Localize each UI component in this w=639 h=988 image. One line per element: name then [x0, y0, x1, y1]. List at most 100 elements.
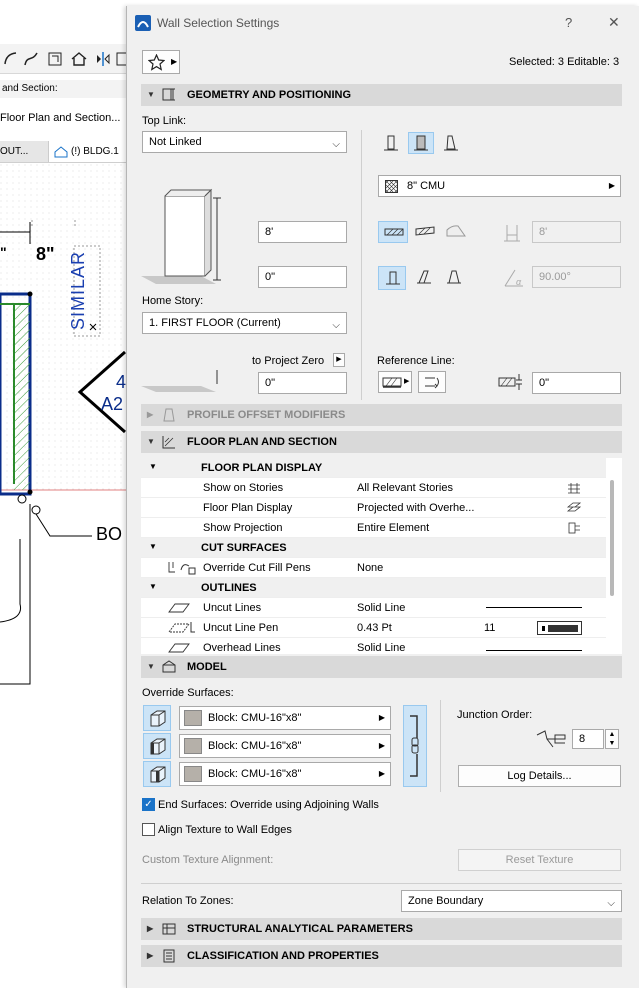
projection-icon: [568, 522, 580, 534]
similar-label: SIMILAR: [68, 250, 88, 330]
home-story-dropdown[interactable]: 1. FIRST FLOOR (Current) ⌵: [142, 312, 347, 334]
chevron-down-icon: ⌵: [332, 320, 340, 331]
close-button[interactable]: ✕: [608, 14, 620, 31]
chevron-down-icon: ⌵: [607, 898, 615, 909]
chevron-right-icon: ▶: [378, 713, 385, 722]
table-row[interactable]: Show Projection Entire Element: [141, 518, 606, 538]
material-swatch: [184, 738, 202, 754]
reset-texture-button[interactable]: Reset Texture: [458, 849, 621, 871]
section-floorplan-header[interactable]: ▼ FLOOR PLAN AND SECTION: [141, 431, 622, 453]
cube-face-icon: [150, 738, 166, 755]
override-outside-surface-button[interactable]: [143, 761, 171, 787]
top-link-dropdown[interactable]: Not Linked ⌵: [142, 131, 347, 153]
junction-order-input[interactable]: 8: [572, 729, 604, 749]
wall-thickness-input[interactable]: 8': [532, 221, 621, 243]
section-classification-header[interactable]: ▶ CLASSIFICATION AND PROPERTIES: [141, 945, 622, 967]
relation-to-zones-dropdown[interactable]: Zone Boundary ⌵: [401, 890, 622, 912]
vertical-wall-icon: [386, 271, 400, 285]
mirror-tool-icon[interactable]: [94, 50, 112, 68]
chain-link-icon: [410, 715, 419, 777]
curve-tool-icon[interactable]: [22, 50, 40, 68]
composite-structure-button[interactable]: [410, 221, 440, 243]
divider: [361, 130, 362, 400]
composite-structure-selector[interactable]: 8" CMU ▶: [378, 175, 621, 197]
vertical-wall-button[interactable]: [378, 266, 406, 290]
collapse-icon: ▼: [147, 437, 155, 446]
table-group-row[interactable]: ▼ OUTLINES: [141, 578, 606, 598]
section-profile-offset-header[interactable]: ▶ PROFILE OFFSET MODIFIERS: [141, 404, 622, 426]
home-icon[interactable]: [70, 50, 88, 68]
expand-icon: ▶: [147, 951, 154, 960]
slanted-wall-button[interactable]: [410, 266, 438, 290]
doc-tab-active[interactable]: (!) BLDG.1: [48, 141, 127, 162]
end-surfaces-label: End Surfaces: Override using Adjoining W…: [158, 799, 379, 811]
reference-line-location-button[interactable]: ▶: [378, 371, 412, 393]
wall-angle-input[interactable]: 90.00°: [532, 266, 621, 288]
project-zero-diagram-icon: [141, 370, 218, 392]
favorites-arrow-icon: ▶: [171, 57, 178, 66]
overhead-lines-icon: [168, 643, 190, 653]
junction-order-icon: [536, 730, 566, 748]
divider: [141, 883, 622, 884]
override-inside-surface-button[interactable]: [143, 733, 171, 759]
pen-color-swatch[interactable]: [537, 621, 582, 635]
arc-tool-icon[interactable]: [2, 50, 20, 68]
home-story-label: Home Story:: [142, 295, 204, 307]
end-surfaces-checkbox[interactable]: ✓: [142, 798, 155, 811]
profile-icon: [446, 225, 466, 237]
resize-tool-icon[interactable]: [46, 50, 64, 68]
table-row[interactable]: Overhead Lines Solid Line: [141, 638, 606, 654]
align-texture-label: Align Texture to Wall Edges: [158, 824, 292, 836]
background-plan-view: and Section: Floor Plan and Section... O…: [0, 0, 127, 988]
log-details-button[interactable]: Log Details...: [458, 765, 621, 787]
background-view-name[interactable]: Floor Plan and Section...: [0, 108, 127, 130]
plan-drawing: [0, 164, 127, 685]
surface-material-selector[interactable]: Block: CMU-16"x8" ▶: [179, 762, 391, 786]
background-info-row: and Section:: [0, 80, 127, 98]
table-row[interactable]: Show on Stories All Relevant Stories: [141, 478, 606, 498]
double-slanted-wall-button[interactable]: [440, 266, 468, 290]
structural-icon: [162, 923, 176, 935]
link-surfaces-button[interactable]: [403, 705, 427, 787]
surface-material-selector[interactable]: Block: CMU-16"x8" ▶: [179, 706, 391, 730]
dim-text-left: ": [0, 244, 7, 260]
flip-wall-button[interactable]: [418, 371, 446, 393]
plan-display-icon: [567, 502, 581, 512]
surface-material-selector[interactable]: Block: CMU-16"x8" ▶: [179, 734, 391, 758]
table-row[interactable]: Uncut Lines Solid Line: [141, 598, 606, 618]
flip-icon: [425, 377, 439, 389]
stories-icon: [568, 483, 580, 494]
chevron-right-icon: ▶: [378, 741, 385, 750]
section-geometry-header[interactable]: ▼ GEOMETRY AND POSITIONING: [141, 84, 622, 106]
wall-geometry-trapezoid-button[interactable]: [408, 132, 434, 154]
reference-offset-input[interactable]: 0": [532, 372, 621, 394]
section-structural-header[interactable]: ▶ STRUCTURAL ANALYTICAL PARAMETERS: [141, 918, 622, 940]
geometry-icon: [162, 88, 175, 101]
top-link-label: Top Link:: [142, 115, 187, 127]
favorites-button[interactable]: ▶: [142, 50, 180, 74]
table-scrollbar[interactable]: [610, 480, 614, 596]
basic-structure-button[interactable]: [378, 221, 408, 243]
table-row[interactable]: Override Cut Fill Pens None: [141, 558, 606, 578]
table-group-row[interactable]: ▼ FLOOR PLAN DISPLAY: [141, 458, 606, 478]
section-model-header[interactable]: ▼ MODEL: [141, 656, 622, 678]
bottom-offset-input[interactable]: 0": [258, 266, 347, 288]
project-zero-input[interactable]: 0": [258, 372, 347, 394]
slanted-wall-icon: [417, 270, 431, 284]
project-zero-menu-button[interactable]: ▶: [333, 353, 345, 367]
align-texture-checkbox[interactable]: [142, 823, 155, 836]
junction-order-stepper[interactable]: ▲ ▼: [605, 729, 619, 749]
table-row[interactable]: Uncut Line Pen 0.43 Pt 11: [141, 618, 606, 638]
wall-geometry-polygon-button[interactable]: [438, 132, 464, 154]
profile-structure-button[interactable]: [441, 221, 471, 243]
profile-wall-icon: [444, 135, 458, 151]
wall-geometry-straight-button[interactable]: [378, 132, 404, 154]
help-button[interactable]: ?: [565, 15, 572, 30]
expand-icon: ▶: [147, 924, 154, 933]
wall-height-input[interactable]: 8': [258, 221, 347, 243]
doc-tab-left[interactable]: OUT...: [0, 146, 28, 157]
table-row[interactable]: Floor Plan Display Projected with Overhe…: [141, 498, 606, 518]
table-group-row[interactable]: ▼ CUT SURFACES: [141, 538, 606, 558]
expand-icon: ▶: [147, 410, 154, 419]
override-top-surface-button[interactable]: [143, 705, 171, 731]
